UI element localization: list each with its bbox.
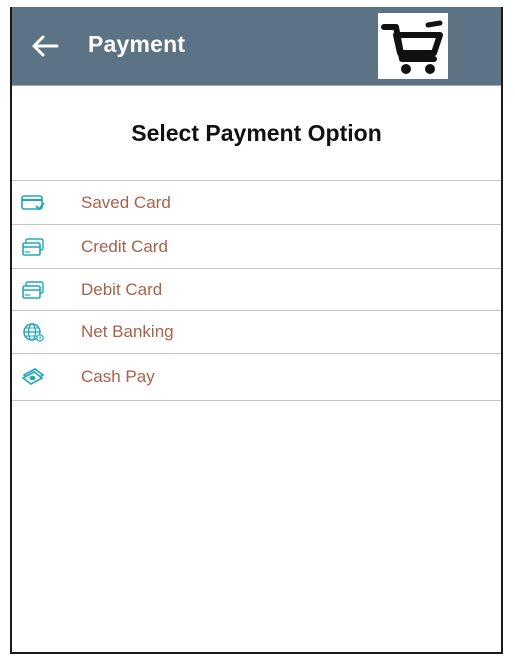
option-label: Debit Card [81, 279, 163, 299]
option-label: Saved Card [81, 192, 171, 212]
cart-button[interactable] [378, 13, 448, 79]
option-label: Net Banking [81, 322, 174, 341]
shopping-cart-icon [381, 20, 443, 74]
option-net-banking[interactable]: ₹ Net Banking [12, 311, 501, 354]
option-label: Credit Card [81, 236, 168, 256]
globe-icon: ₹ [21, 322, 45, 342]
page-title: Select Payment Option [12, 86, 501, 181]
app-bar-title: Payment [88, 31, 186, 57]
back-button[interactable] [28, 29, 62, 63]
svg-text:₹: ₹ [39, 336, 42, 342]
arrow-left-icon [32, 35, 59, 57]
option-credit-card[interactable]: Credit Card [12, 225, 501, 269]
credit-card-icon [21, 237, 45, 257]
cash-icon [21, 367, 45, 387]
phone-screen: Payment Select Payment Option Saved Card [10, 7, 503, 654]
option-cash-pay[interactable]: Cash Pay [12, 354, 501, 401]
option-label: Cash Pay [81, 367, 155, 386]
saved-card-icon [21, 193, 45, 213]
debit-card-icon [21, 280, 45, 300]
app-bar: Payment [12, 7, 501, 86]
option-saved-card[interactable]: Saved Card [12, 181, 501, 225]
option-debit-card[interactable]: Debit Card [12, 269, 501, 311]
